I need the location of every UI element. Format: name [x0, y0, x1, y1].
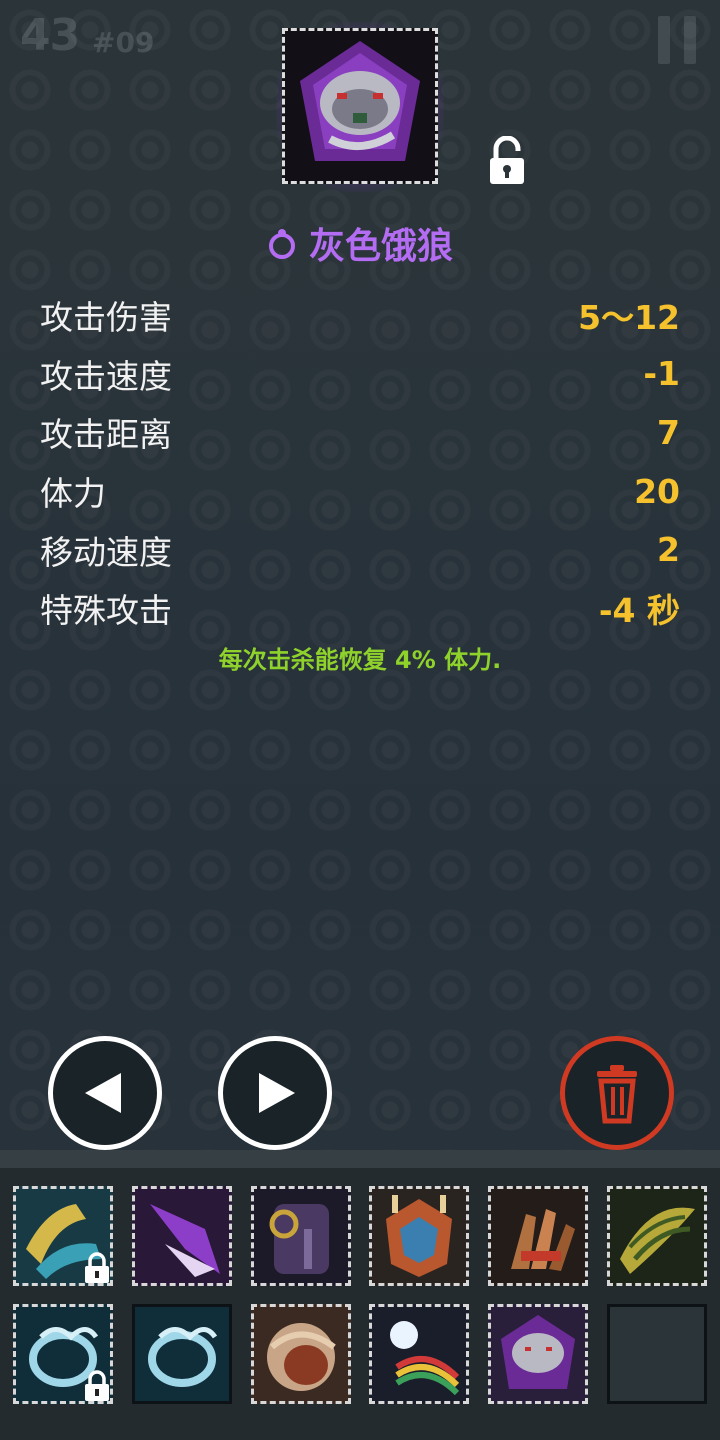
bronze-gauntlet-icon: [511, 1209, 575, 1271]
inventory-slot[interactable]: [13, 1304, 113, 1404]
selected-item-slot: [282, 28, 438, 184]
triangle-right-icon: [259, 1073, 295, 1113]
stat-label: 移动速度: [40, 532, 172, 572]
stat-label: 攻击速度: [40, 356, 172, 396]
inventory-slot[interactable]: [488, 1186, 588, 1286]
stage-number: #09: [92, 26, 155, 59]
locked-padlock-icon: [85, 1370, 109, 1401]
inventory-slot[interactable]: [132, 1304, 232, 1404]
leather-pouch-icon: [267, 1323, 336, 1391]
stat-label: 攻击伤害: [40, 298, 172, 338]
inventory-slot[interactable]: [369, 1186, 469, 1286]
stat-value: -1: [643, 354, 680, 394]
item-title: 灰色饿狼: [0, 218, 720, 268]
rainbow-orb-icon: [390, 1321, 460, 1396]
dark-armor-icon: [269, 1204, 329, 1274]
triangle-left-icon: [85, 1073, 121, 1113]
stat-row-attack-damage: 攻击伤害 5～12: [40, 286, 680, 345]
stat-label: 体力: [40, 474, 106, 514]
gray-wolf-item-icon: [300, 41, 420, 161]
item-name: 灰色饿狼: [308, 226, 453, 267]
unlocked-padlock-icon[interactable]: [486, 136, 528, 186]
inventory-grid: [0, 1168, 720, 1440]
stat-value: 2: [657, 530, 680, 570]
ring-category-icon: [268, 229, 295, 259]
delete-item-button[interactable]: [560, 1036, 674, 1150]
spiked-shield-icon: [386, 1195, 452, 1277]
trash-icon: [597, 1065, 637, 1124]
feathered-wing-icon: [620, 1207, 695, 1274]
inventory-slot[interactable]: [607, 1186, 707, 1286]
stat-row-stamina: 体力 20: [40, 462, 680, 521]
stat-label: 特殊攻击: [40, 591, 172, 631]
previous-item-button[interactable]: [48, 1036, 162, 1150]
score-counter: 43: [20, 10, 80, 61]
stats-list: 攻击伤害 5～12 攻击速度 -1 攻击距离 7 体力 20 移动速度 2 特殊…: [40, 286, 680, 638]
stat-value: 20: [634, 471, 680, 511]
stat-value: 7: [657, 412, 680, 452]
gray-wolf-item-icon: [501, 1315, 575, 1389]
stat-row-attack-range: 攻击距离 7: [40, 403, 680, 462]
purple-blade-icon: [150, 1204, 220, 1277]
locked-padlock-icon: [85, 1252, 109, 1283]
pause-button[interactable]: [658, 16, 696, 64]
blue-ring-icon: [148, 1327, 218, 1387]
divider: [0, 1150, 720, 1170]
inventory-slot[interactable]: [251, 1304, 351, 1404]
pause-icon: [658, 16, 670, 64]
stat-value: -4 秒: [598, 591, 680, 631]
stat-row-move-speed: 移动速度 2: [40, 520, 680, 579]
inventory-slot[interactable]: [251, 1186, 351, 1286]
inventory-slot[interactable]: [488, 1304, 588, 1404]
inventory-slot[interactable]: [369, 1304, 469, 1404]
stat-value: 5～12: [578, 298, 680, 338]
stat-row-special-attack: 特殊攻击 -4 秒: [40, 579, 680, 638]
stat-label: 攻击距离: [40, 415, 172, 455]
next-item-button[interactable]: [218, 1036, 332, 1150]
inventory-slot-empty[interactable]: [607, 1304, 707, 1404]
item-description: 每次击杀能恢复 4% 体力.: [218, 646, 502, 674]
stat-row-attack-speed: 攻击速度 -1: [40, 345, 680, 404]
inventory-slot[interactable]: [13, 1186, 113, 1286]
inventory-slot[interactable]: [132, 1186, 232, 1286]
